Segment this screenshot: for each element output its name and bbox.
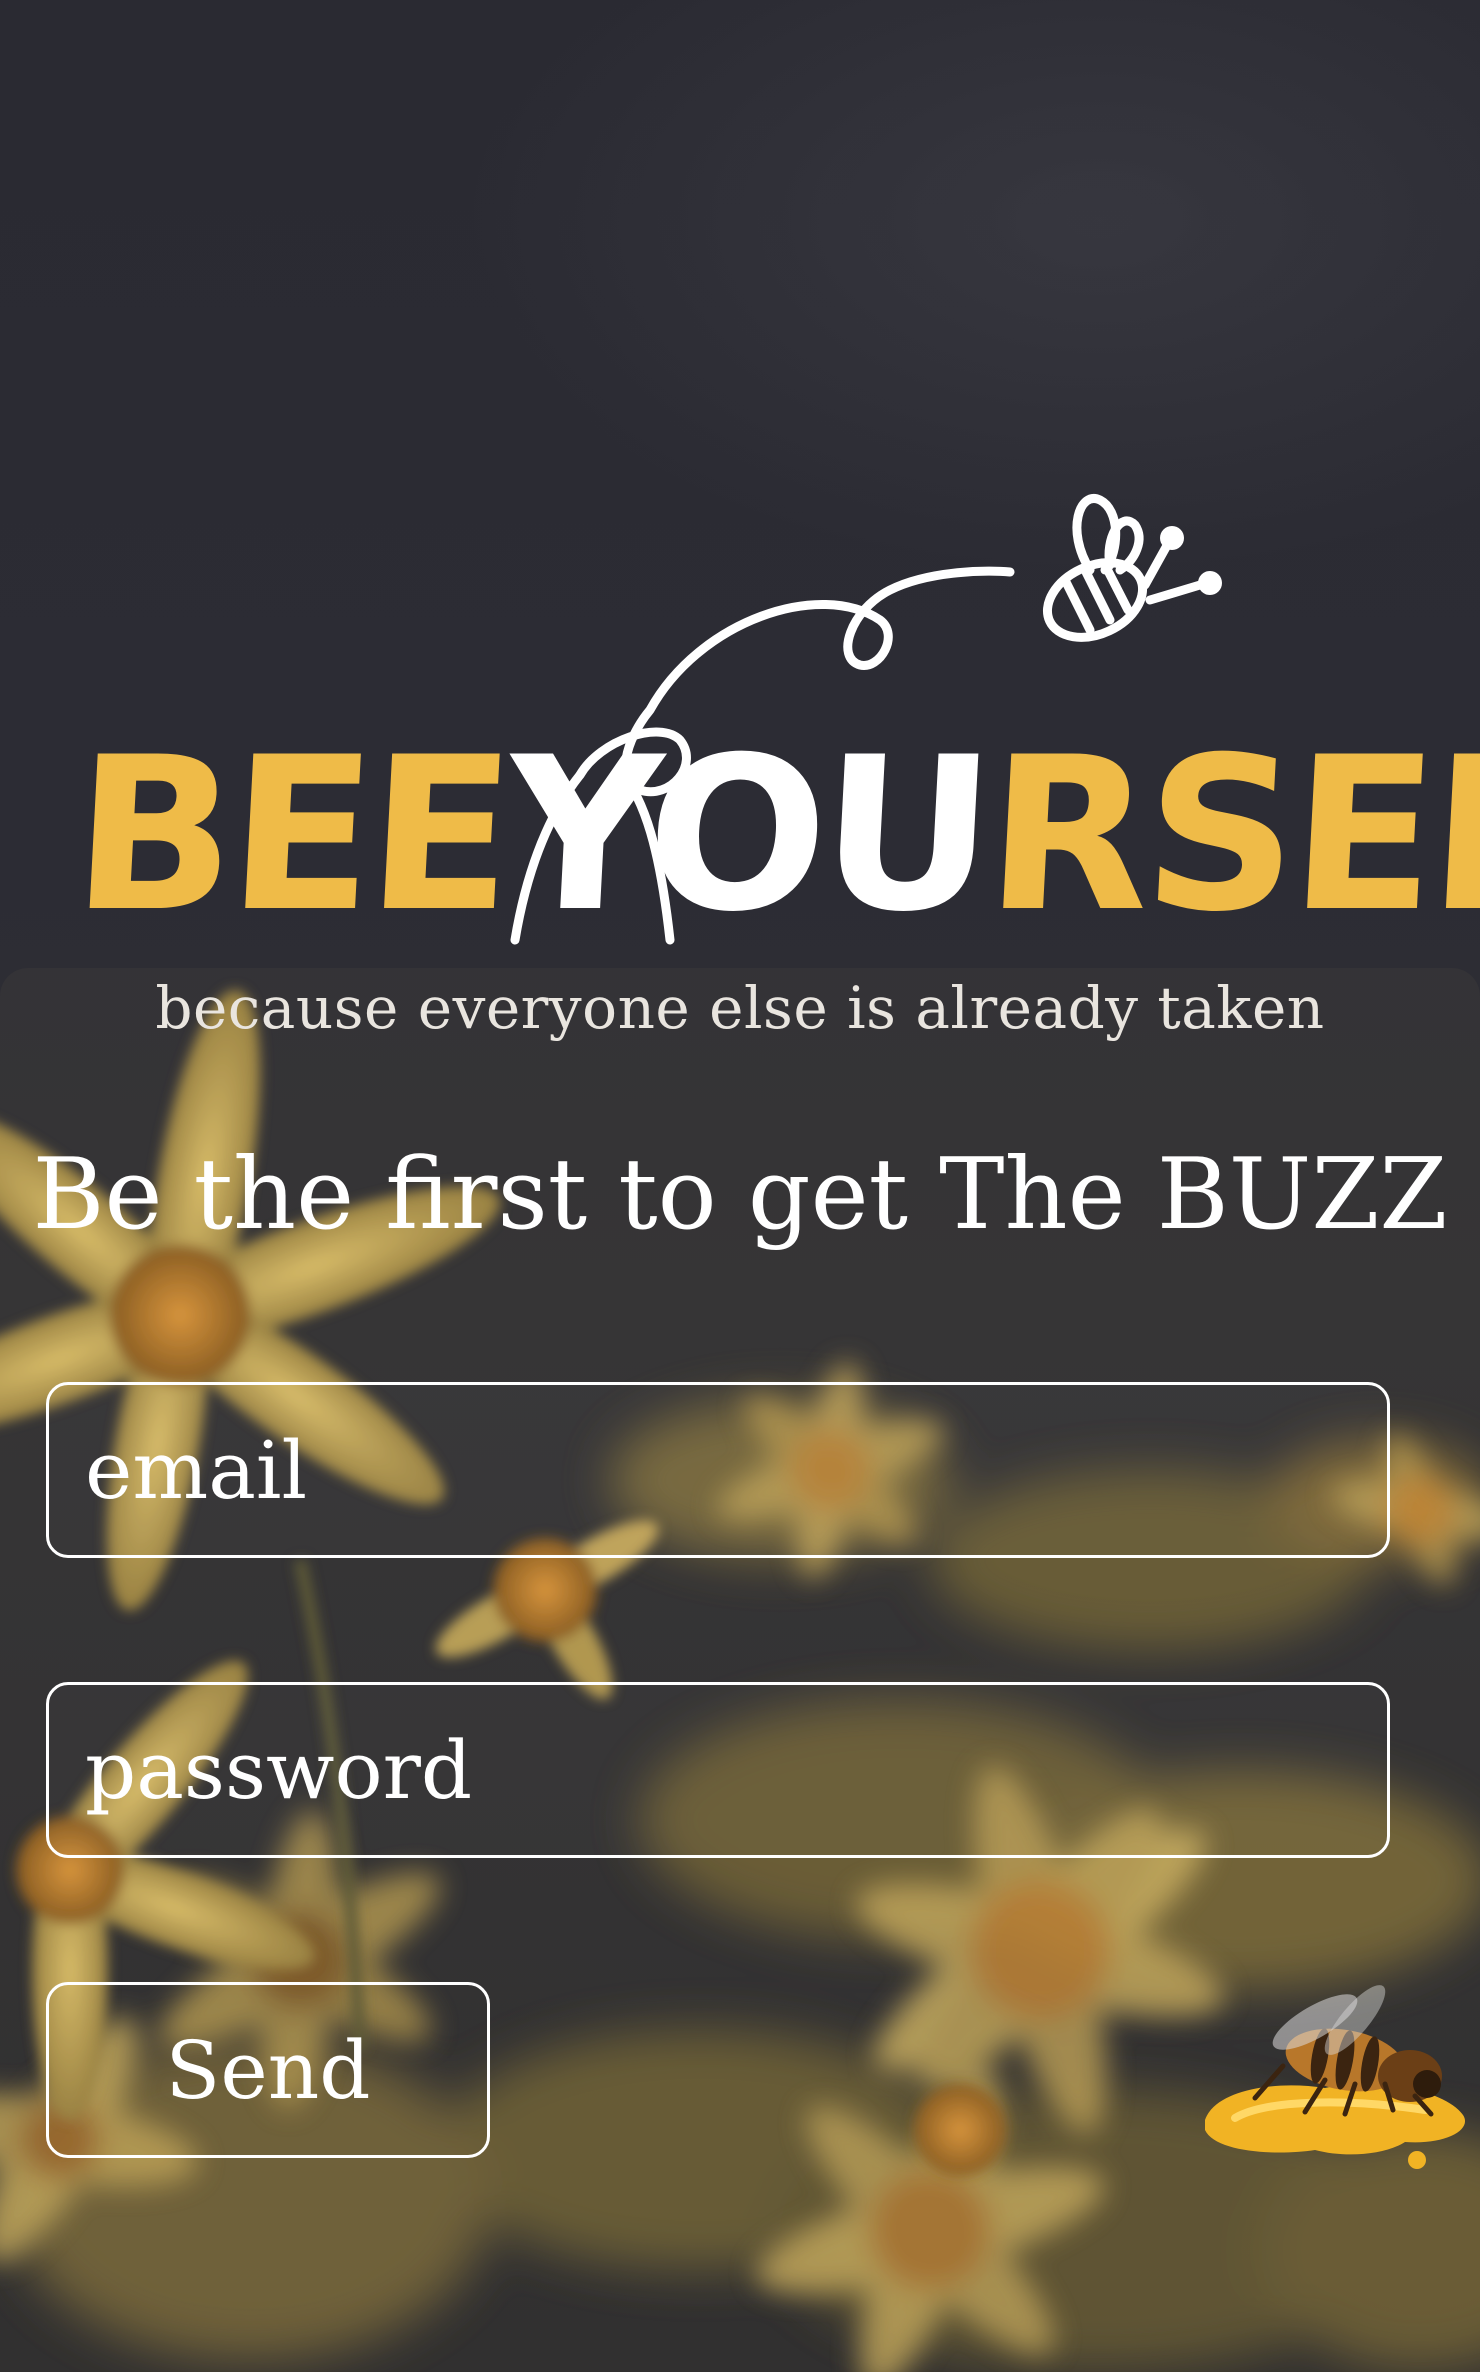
password-field[interactable] (46, 1682, 1390, 1858)
email-input[interactable] (85, 1385, 1345, 1555)
signup-page: BEEYOURSELF because everyone else is alr… (0, 0, 1480, 2372)
send-button[interactable]: Send (46, 1982, 490, 2158)
logo-tagline: because everyone else is already taken (155, 974, 1325, 1042)
logo-word-you: YOU (500, 711, 995, 958)
logo-word-bee: BEE (67, 711, 514, 958)
logo-wordmark: BEEYOURSELF (67, 710, 1480, 960)
password-input[interactable] (85, 1685, 1345, 1855)
bee-on-honey-icon (1205, 1985, 1466, 2169)
page-heading: Be the first to get The BUZZ (32, 1138, 1448, 1252)
email-field[interactable] (46, 1382, 1390, 1558)
logo-word-rself: RSELF (981, 711, 1480, 958)
